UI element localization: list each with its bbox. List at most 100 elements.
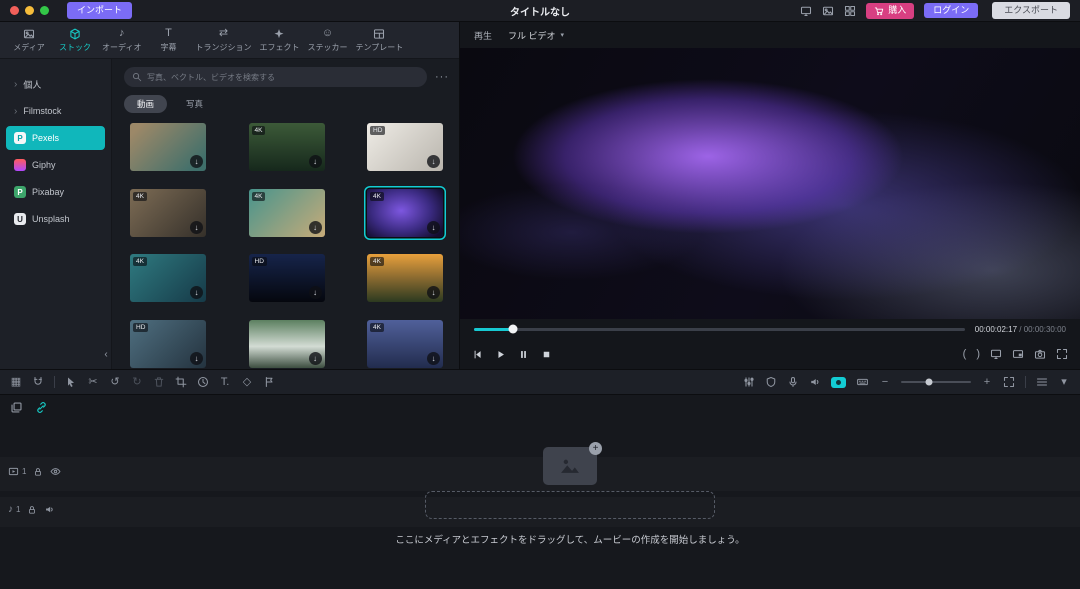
zoom-window-button[interactable] (40, 6, 49, 15)
tab-titles[interactable]: T 字幕 (145, 27, 191, 53)
download-icon[interactable]: ↓ (190, 352, 203, 365)
stock-thumbnail[interactable]: 4K ↓ (367, 320, 443, 368)
sidebar-item-personal[interactable]: › 個人 (6, 72, 105, 96)
quality-dropdown[interactable]: フル ビデオ ▾ (502, 26, 570, 45)
stock-thumbnail-selected[interactable]: 4K ↓ (367, 189, 443, 237)
razor-icon[interactable]: ✂ (87, 374, 99, 390)
sidebar-item-filmstock[interactable]: › Filmstock (6, 99, 105, 123)
tab-effects[interactable]: エフェクト (255, 27, 303, 53)
video-viewport[interactable] (460, 48, 1080, 319)
snapshot-icon[interactable] (1034, 348, 1046, 360)
zoom-slider-handle[interactable] (926, 379, 933, 386)
sidebar-item-pexels[interactable]: P Pexels (6, 126, 105, 150)
download-icon[interactable]: ↓ (309, 352, 322, 365)
media-preview-icon[interactable] (822, 5, 834, 17)
search-input[interactable] (147, 73, 419, 82)
undo-icon[interactable]: ↺ (109, 374, 121, 390)
lock-icon[interactable] (33, 467, 43, 477)
display-icon[interactable] (800, 5, 812, 17)
download-icon[interactable]: ↓ (190, 221, 203, 234)
import-button[interactable]: インポート (67, 2, 132, 19)
stock-thumbnail[interactable]: ↓ (249, 320, 325, 368)
sidebar-item-unsplash[interactable]: U Unsplash (6, 207, 105, 231)
aspect-ratio-icon[interactable] (1012, 348, 1024, 360)
download-icon[interactable]: ↓ (309, 286, 322, 299)
link-clips-icon[interactable] (35, 399, 48, 415)
grid-icon[interactable] (844, 5, 856, 17)
download-icon[interactable]: ↓ (190, 286, 203, 299)
minimize-window-button[interactable] (25, 6, 34, 15)
download-icon[interactable]: ↓ (427, 221, 440, 234)
track-manager-icon[interactable] (1036, 374, 1048, 390)
more-options-icon[interactable]: ··· (435, 71, 449, 83)
tab-transitions[interactable]: ⇄ トランジション (191, 27, 255, 53)
magnet-icon[interactable] (32, 374, 44, 390)
mask-icon[interactable] (765, 374, 777, 390)
timeline-zoom-slider[interactable] (901, 381, 971, 383)
playhead-handle[interactable] (509, 325, 518, 334)
close-window-button[interactable] (10, 6, 19, 15)
voiceover-icon[interactable] (809, 374, 821, 390)
tab-stock[interactable]: ストック (52, 27, 98, 53)
mic-icon[interactable] (787, 374, 799, 390)
download-icon[interactable]: ↓ (309, 155, 322, 168)
stock-thumbnail[interactable]: 4K ↓ (367, 254, 443, 302)
stock-thumbnail[interactable]: HD ↓ (130, 320, 206, 368)
sidebar-item-pixabay[interactable]: P Pixabay (6, 180, 105, 204)
lock-icon[interactable] (27, 505, 37, 515)
filter-photo[interactable]: 写真 (173, 95, 216, 113)
tab-media[interactable]: メディア (6, 27, 52, 53)
play-button[interactable] (495, 349, 506, 360)
shortcut-keyboard-icon[interactable] (856, 374, 869, 390)
delete-icon[interactable] (153, 374, 165, 390)
sidebar-item-giphy[interactable]: Giphy (6, 153, 105, 177)
stop-button[interactable] (541, 349, 552, 360)
filter-video[interactable]: 動画 (124, 95, 167, 113)
second-display-icon[interactable] (990, 348, 1002, 360)
pause-button[interactable] (518, 349, 529, 360)
zoom-fit-icon[interactable] (1003, 374, 1015, 390)
stock-thumbnail[interactable]: HD ↓ (249, 254, 325, 302)
download-icon[interactable]: ↓ (190, 155, 203, 168)
stock-thumbnail[interactable]: ↓ (130, 123, 206, 171)
timeline[interactable]: 1 ♪ 1 + ここにメディアとエフェクトをドラッグして、ム (0, 395, 1080, 589)
tab-templates[interactable]: テンプレート (351, 27, 407, 53)
track-manager-chevron-icon[interactable]: ▾ (1058, 374, 1070, 390)
mixer-icon[interactable] (743, 374, 755, 390)
redo-icon[interactable]: ↻ (131, 374, 143, 390)
zoom-out-icon[interactable]: − (879, 374, 891, 390)
tab-stickers[interactable]: ☺ ステッカー (303, 27, 351, 53)
download-icon[interactable]: ↓ (427, 155, 440, 168)
tab-audio[interactable]: ♪ オーディオ (98, 27, 145, 53)
fullscreen-icon[interactable] (1056, 348, 1068, 360)
speed-icon[interactable] (197, 374, 209, 390)
media-grid-icon[interactable]: ▦ (10, 374, 22, 390)
playhead-slider[interactable] (474, 328, 965, 331)
storyboard-icon[interactable] (10, 399, 23, 415)
zoom-in-icon[interactable]: + (981, 374, 993, 390)
download-icon[interactable]: ↓ (427, 352, 440, 365)
speaker-icon[interactable] (44, 504, 55, 515)
marker-icon[interactable] (263, 374, 275, 390)
search-box[interactable] (124, 67, 427, 87)
stock-thumbnail[interactable]: 4K ↓ (249, 189, 325, 237)
media-drop-zone[interactable] (425, 491, 715, 519)
text-tool-icon[interactable]: T. (219, 374, 231, 390)
buy-button[interactable]: 購入 (866, 3, 914, 19)
mark-out-icon[interactable]: ) (976, 348, 980, 360)
download-icon[interactable]: ↓ (427, 286, 440, 299)
skip-back-button[interactable] (472, 349, 483, 360)
render-preview-button[interactable] (831, 377, 846, 388)
add-media-badge[interactable]: + (589, 442, 602, 455)
crop-icon[interactable] (175, 374, 187, 390)
mark-in-icon[interactable]: ( (963, 348, 967, 360)
stock-thumbnail[interactable]: 4K ↓ (130, 254, 206, 302)
collapse-sidebar-button[interactable]: ‹ (100, 347, 112, 361)
stock-thumbnail[interactable]: HD ↓ (367, 123, 443, 171)
keyframe-icon[interactable]: ◇ (241, 374, 253, 390)
stock-thumbnail[interactable]: 4K ↓ (249, 123, 325, 171)
stock-thumbnail[interactable]: 4K ↓ (130, 189, 206, 237)
login-button[interactable]: ログイン (924, 3, 978, 18)
select-cursor-icon[interactable] (65, 374, 77, 390)
export-button[interactable]: エクスポート (992, 2, 1070, 19)
